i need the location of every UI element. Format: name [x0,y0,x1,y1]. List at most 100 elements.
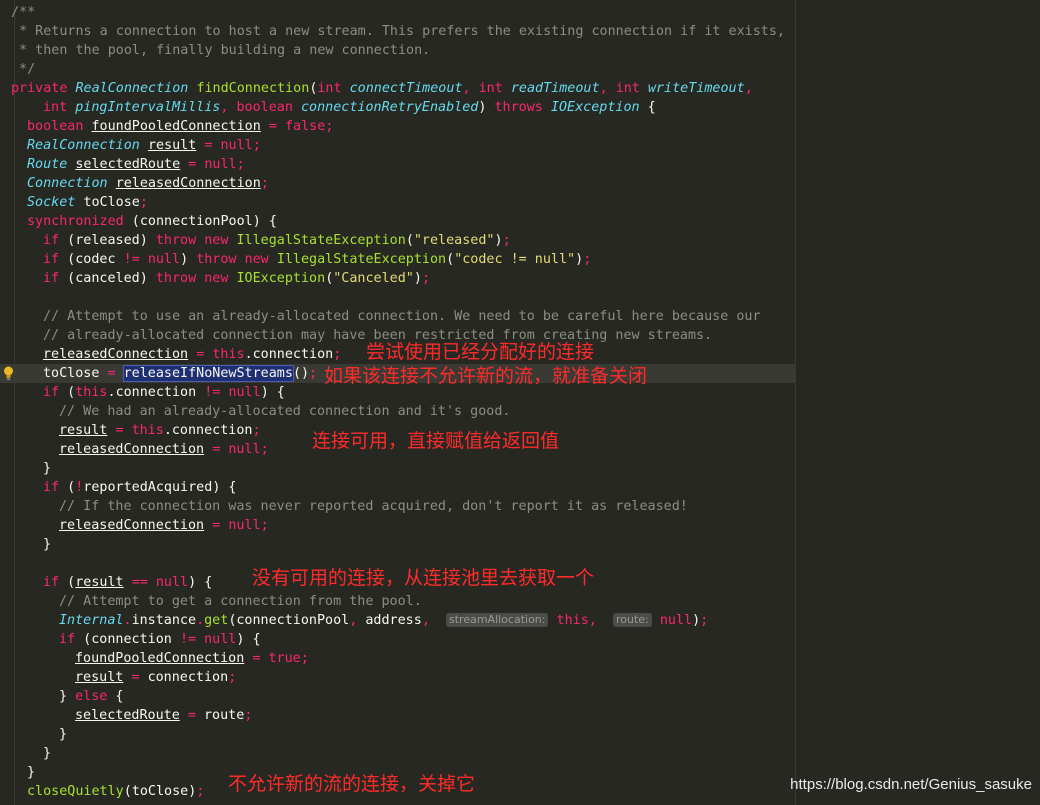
code-line: } [43,746,52,761]
variable: releasedConnection [59,442,205,457]
keyword: throw [155,271,197,286]
code-line: } [43,537,52,552]
code-line: int pingIntervalMillis, boolean connecti… [43,100,656,115]
variable: toClose [83,195,140,210]
code-line: if (canceled) throw new IOException("Can… [43,271,430,286]
variable: foundPooledConnection [75,651,245,666]
code-line: synchronized (connectionPool) { [27,214,277,229]
type-name: IllegalStateException [276,252,447,267]
keyword: else [75,689,108,704]
code-line: if (result == null) { [43,575,213,590]
method-name: findConnection [196,81,310,96]
keyword: if [43,480,60,495]
variable: toClose [43,366,100,381]
parameter-hint: streamAllocation: [446,613,549,627]
keyword: throw [155,233,197,248]
doc-comment: /** [11,5,36,20]
keyword: null [228,442,261,457]
keyword: new [244,252,269,267]
variable: result [59,423,108,438]
string-literal: "Canceled" [333,271,414,286]
type-name: IllegalStateException [236,233,406,248]
code-line: // We had an already-allocated connectio… [59,402,510,421]
code-line: } else { [59,689,124,704]
keyword: null [228,385,261,400]
keyword: null [204,632,237,647]
keyword: synchronized [27,214,124,229]
variable: toClose [131,784,189,799]
code-editor[interactable]: /** * Returns a connection to host a new… [0,0,1040,805]
code-line: boolean foundPooledConnection = false; [27,119,334,134]
keyword: int [478,81,503,96]
line-comment: // We had an already-allocated connectio… [59,404,511,419]
doc-comment: * then the pool, finally building a new … [11,43,431,58]
keyword: if [43,575,60,590]
annotation-try-allocated: 尝试使用已经分配好的连接 [366,341,595,363]
variable: selectedRoute [75,708,180,723]
keyword: new [204,233,229,248]
code-line: closeQuietly(toClose); [27,784,205,799]
field: connection [91,632,172,647]
method-call-selected[interactable]: releaseIfNoNewStreams [122,365,294,382]
keyword: if [43,233,60,248]
code-line: Internal.instance.get(connectionPool, ad… [59,613,709,628]
keyword: null [155,575,189,590]
keyword: if [43,271,60,286]
keyword: int [317,81,342,96]
lightbulb-icon[interactable] [3,365,14,381]
keyword: if [43,385,60,400]
code-line: Route selectedRoute = null; [27,157,245,172]
right-margin-guide [795,0,796,805]
variable: releasedConnection [115,176,261,191]
code-line: foundPooledConnection = true; [75,651,309,666]
doc-comment: */ [11,62,36,77]
keyword: null [220,138,253,153]
variable: selectedRoute [75,157,181,172]
keyword: this [75,385,108,400]
annotation-get-from-pool: 没有可用的连接，从连接池里去获取一个 [252,567,595,589]
keyword: int [43,100,68,115]
field: reportedAcquired [83,480,213,495]
keyword: null [147,252,181,267]
code-line: * Returns a connection to host a new str… [11,22,785,41]
code-line: result = this.connection; [59,423,261,438]
type-name: Route [27,157,68,172]
type-name: Internal [59,613,124,628]
code-line: if (this.connection != null) { [43,385,285,400]
type-name: IOException [550,100,640,115]
gutter-divider [14,0,15,805]
type-name: RealConnection [27,138,140,153]
keyword: boolean [27,119,84,134]
keyword: null [204,157,237,172]
method-name: get [204,613,229,628]
code-line: Socket toClose; [27,195,148,210]
type-name: RealConnection [75,81,189,96]
line-comment: // If the connection was never reported … [59,499,688,514]
field: connection [147,670,229,685]
variable: foundPooledConnection [91,119,261,134]
code-line: RealConnection result = null; [27,138,261,153]
code-line: selectedRoute = route; [75,708,253,723]
keyword: if [43,252,60,267]
code-line: result = connection; [75,670,237,685]
code-line: releasedConnection = null; [59,518,269,533]
field: connectionPool [236,613,350,628]
code-line: Connection releasedConnection; [27,176,269,191]
field: canceled [75,271,140,286]
field: codec [75,252,116,267]
field: address [365,613,422,628]
keyword: false [285,119,326,134]
code-line: private RealConnection findConnection(in… [11,81,753,96]
method-name: closeQuietly [27,784,124,799]
code-line: if (codec != null) throw new IllegalStat… [43,252,592,267]
keyword: this [131,423,164,438]
code-line: } [59,727,68,742]
keyword: boolean [236,100,293,115]
variable: result [75,575,124,590]
code-line: if (released) throw new IllegalStateExce… [43,233,511,248]
code-line: // Attempt to get a connection from the … [59,592,422,611]
line-comment: // Attempt to get a connection from the … [59,594,422,609]
variable: result [75,670,124,685]
keyword: throw [196,252,237,267]
code-line: if (!reportedAcquired) { [43,480,237,495]
